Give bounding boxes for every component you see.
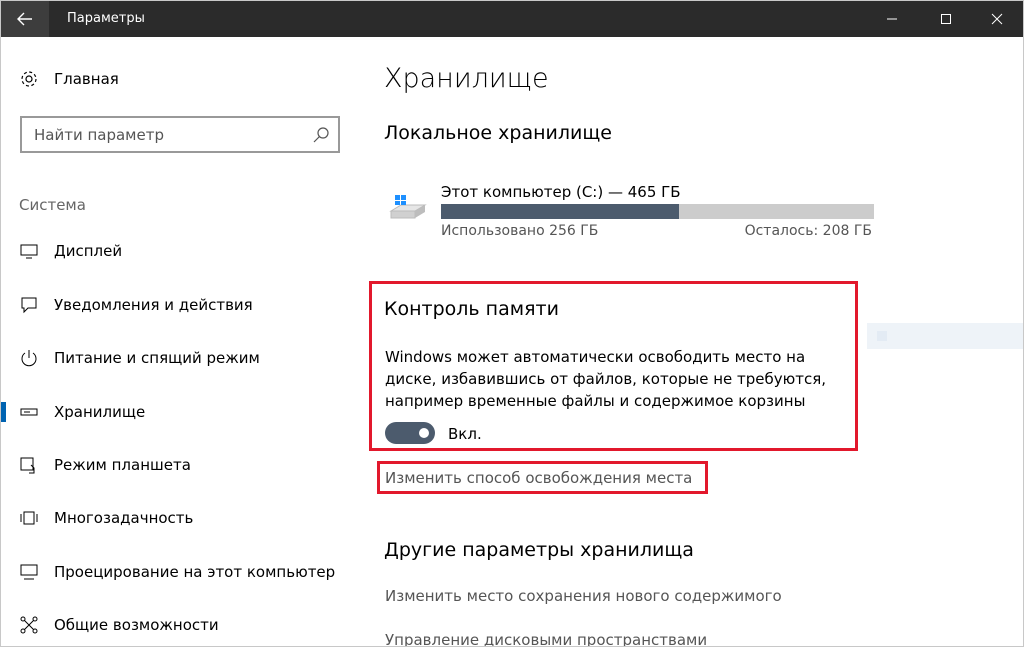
projecting-icon (19, 562, 39, 582)
storage-sense-toggle-label: Вкл. (448, 425, 482, 443)
sidebar-item-notifications[interactable]: Уведомления и действия (1, 285, 351, 325)
faded-icon (877, 331, 887, 341)
windows-drive-icon[interactable] (389, 191, 429, 221)
search-input[interactable] (34, 125, 304, 145)
storage-icon (19, 402, 39, 422)
sidebar-item-storage[interactable]: Хранилище (1, 392, 351, 432)
sidebar-item-label: Главная (54, 70, 119, 88)
storage-sense-toggle[interactable] (385, 422, 435, 444)
maximize-button[interactable] (923, 1, 969, 37)
sidebar-item-label: Общие возможности (54, 616, 219, 634)
sidebar-item-label: Режим планшета (54, 456, 191, 474)
sidebar-item-multitasking[interactable]: Многозадачность (1, 498, 351, 538)
close-button[interactable] (974, 1, 1020, 37)
shared-experiences-icon (19, 615, 39, 635)
faded-overlay (867, 323, 1023, 349)
other-storage-heading: Другие параметры хранилища (384, 539, 694, 561)
arrow-left-icon (17, 12, 32, 26)
sidebar-item-label: Питание и спящий режим (54, 349, 260, 367)
monitor-icon (19, 241, 39, 261)
close-icon (991, 13, 1003, 25)
gear-icon (19, 69, 39, 89)
back-button[interactable] (1, 1, 49, 37)
sidebar-item-label: Проецирование на этот компьютер (54, 563, 336, 581)
sidebar-item-label: Хранилище (54, 403, 146, 421)
sidebar-item-display[interactable]: Дисплей (1, 231, 351, 271)
change-free-space-link[interactable]: Изменить способ освобождения места (385, 469, 692, 487)
title-bar: Параметры (1, 1, 1023, 37)
sidebar-item-label: Уведомления и действия (54, 296, 253, 314)
sidebar-item-home[interactable]: Главная (19, 69, 119, 89)
minimize-button[interactable] (869, 1, 915, 37)
change-save-location-link[interactable]: Изменить место сохранения нового содержи… (385, 587, 782, 605)
sidebar-item-label: Многозадачность (54, 509, 194, 527)
maximize-icon (941, 14, 951, 24)
sidebar-group-label: Система (19, 196, 86, 214)
drive-name[interactable]: Этот компьютер (C:) — 465 ГБ (441, 183, 681, 201)
sidebar-item-power[interactable]: Питание и спящий режим (1, 338, 351, 378)
storage-sense-heading: Контроль памяти (384, 298, 559, 320)
storage-sense-description: Windows может автоматически освободить м… (385, 348, 827, 410)
drive-usage-bar (441, 204, 874, 219)
settings-window: Параметры Главная Система Дисплей Уведом… (0, 0, 1024, 647)
sidebar-item-projecting[interactable]: Проецирование на этот компьютер (1, 552, 351, 592)
sidebar-item-shared-experiences[interactable]: Общие возможности (1, 605, 351, 645)
search-icon[interactable] (312, 126, 330, 144)
notification-icon (19, 295, 39, 315)
manage-storage-spaces-link[interactable]: Управление дисковыми пространствами (385, 631, 707, 646)
power-icon (19, 348, 39, 368)
toggle-knob (419, 428, 429, 438)
sidebar-item-label: Дисплей (54, 242, 123, 260)
local-storage-heading: Локальное хранилище (384, 122, 612, 144)
sidebar-item-tablet-mode[interactable]: Режим планшета (1, 445, 351, 485)
multitasking-icon (19, 508, 39, 528)
window-title: Параметры (67, 11, 145, 26)
page-title: Хранилище (384, 63, 549, 94)
search-box[interactable] (20, 116, 340, 153)
minimize-icon (887, 18, 897, 20)
drive-used-label: Использовано 256 ГБ (441, 223, 599, 239)
drive-usage-fill (441, 204, 680, 219)
tablet-mode-icon (19, 455, 39, 475)
drive-free-label: Осталось: 208 ГБ (744, 223, 872, 239)
